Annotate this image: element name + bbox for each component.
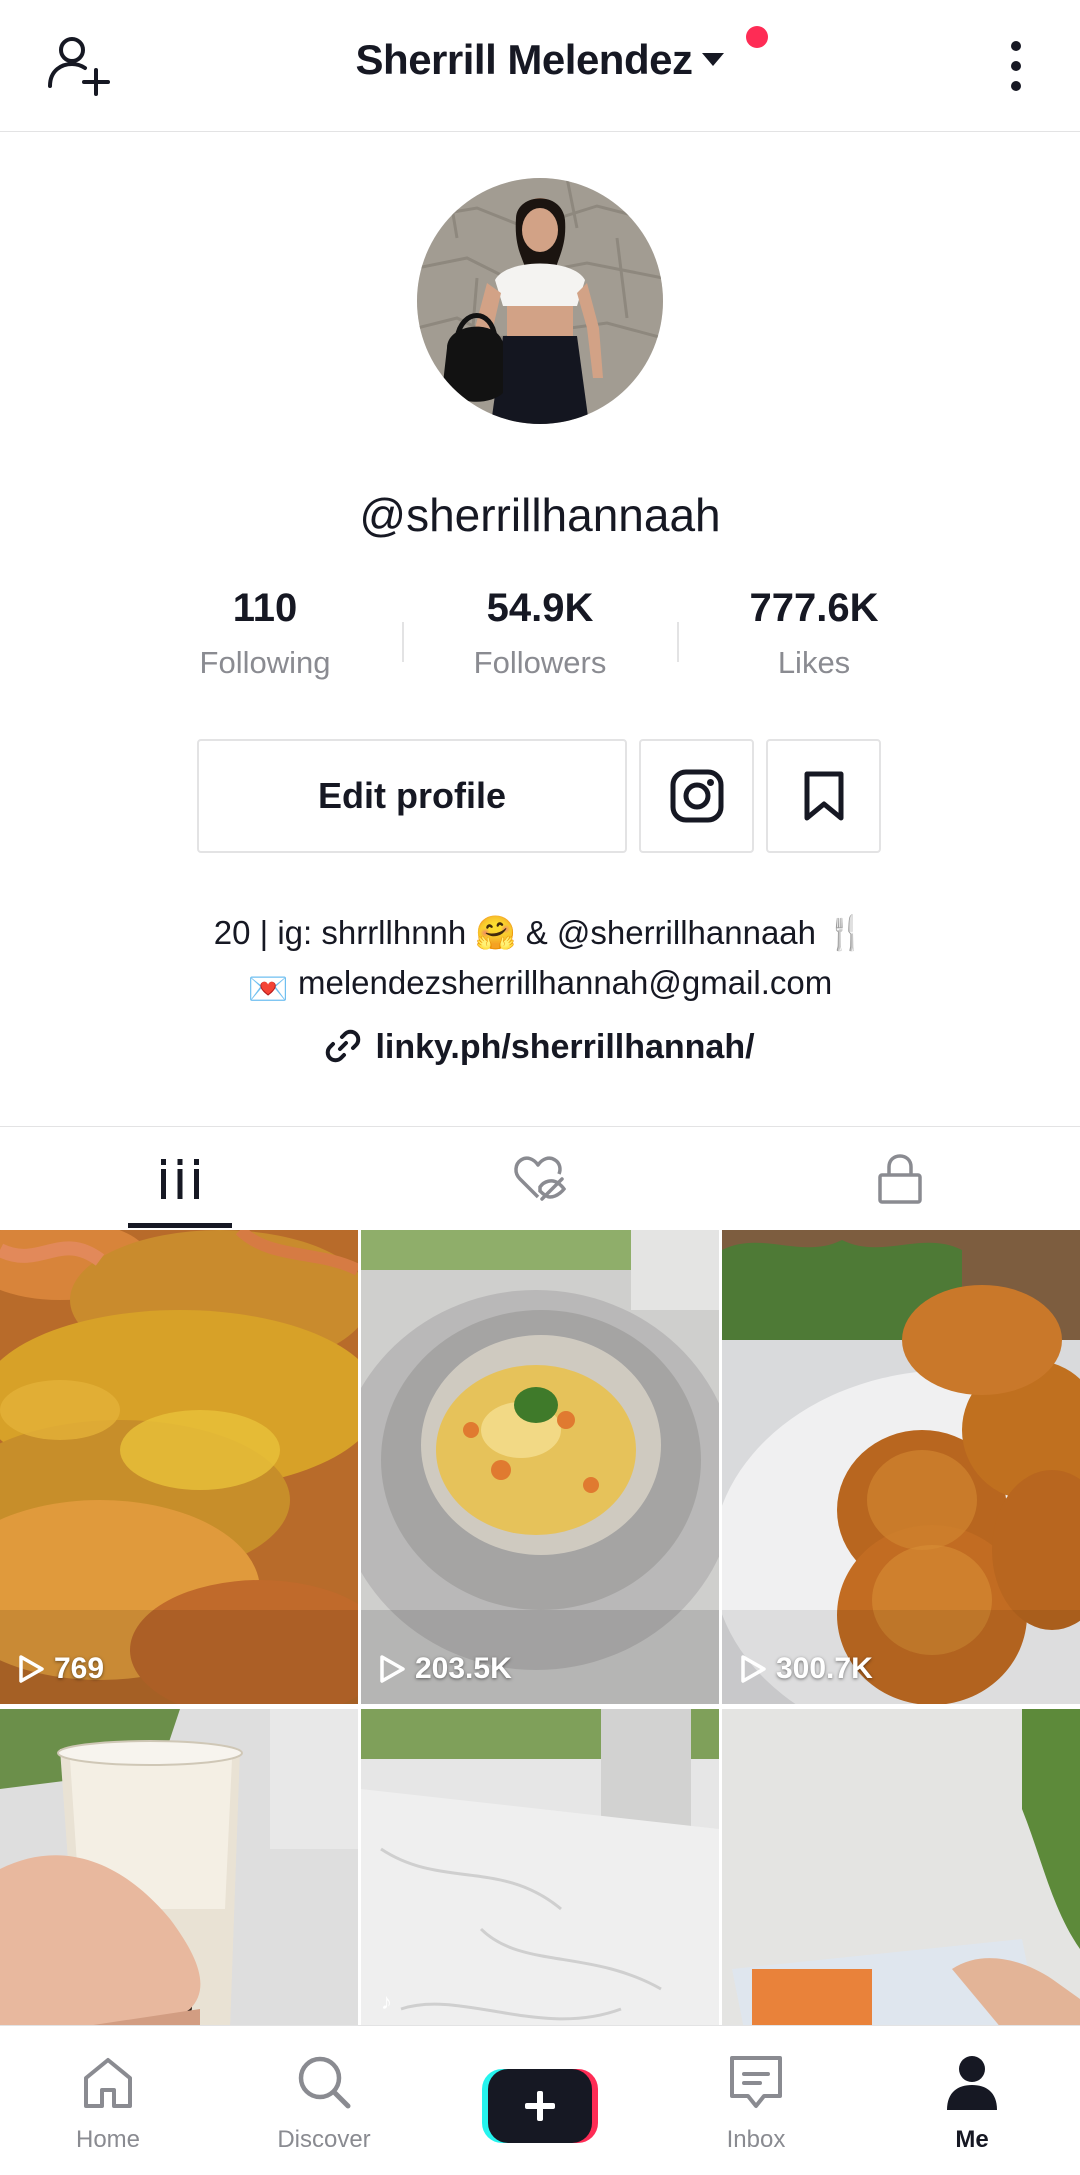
video-thumbnail[interactable]: ♪	[361, 1709, 719, 2025]
stat-divider	[402, 622, 404, 662]
video-thumbnail[interactable]: 203.5K	[361, 1230, 719, 1704]
play-icon	[19, 1655, 44, 1683]
nav-me[interactable]: Me	[864, 2026, 1080, 2175]
account-switcher[interactable]: Sherrill Melendez	[0, 36, 1080, 84]
top-bar: Sherrill Melendez	[0, 0, 1080, 132]
inbox-icon	[730, 2056, 782, 2108]
bio-line-1: 20 | ig: shrrllhnnh 🤗 & @sherrillhannaah…	[213, 914, 867, 951]
video-thumbnail[interactable]: 769	[0, 1230, 358, 1704]
avatar[interactable]	[417, 178, 663, 424]
lock-icon	[878, 1154, 922, 1204]
profile-title: Sherrill Melendez	[355, 36, 693, 83]
nav-discover-label: Discover	[277, 2126, 371, 2153]
profile-tabs	[0, 1126, 1080, 1230]
followers-label: Followers	[473, 645, 607, 680]
more-options-icon[interactable]	[1000, 38, 1032, 94]
followers-count: 54.9K	[486, 586, 594, 630]
create-icon[interactable]	[482, 2069, 598, 2143]
link-icon	[326, 1029, 361, 1063]
active-tab-indicator	[128, 1223, 232, 1228]
following-label: Following	[199, 645, 331, 680]
nav-home-label: Home	[75, 2126, 141, 2153]
instagram-button[interactable]	[639, 739, 754, 853]
play-icon	[741, 1655, 766, 1683]
instagram-icon	[670, 769, 723, 823]
nav-me-label: Me	[955, 2126, 989, 2153]
stat-likes[interactable]: 777.6K Likes	[684, 586, 944, 681]
video-thumbnail[interactable]	[0, 1709, 358, 2025]
tab-private[interactable]	[720, 1127, 1080, 1231]
bio-line-2: 💌 melendezsherrillhannah@gmail.com	[0, 964, 1080, 1009]
profile-icon	[947, 2056, 997, 2110]
favorites-button[interactable]	[766, 739, 881, 853]
love-letter-icon: 💌	[247, 970, 289, 1007]
chevron-down-icon	[702, 53, 725, 66]
bookmark-icon	[804, 771, 843, 821]
bio-link-text: linky.ph/sherrillhannah/	[375, 1028, 755, 1066]
home-icon	[84, 2058, 132, 2108]
play-icon	[380, 1655, 405, 1683]
bio-email: melendezsherrillhannah@gmail.com	[298, 964, 833, 1001]
nav-inbox-label: Inbox	[726, 2126, 786, 2153]
svg-text:♪: ♪	[381, 1989, 392, 2014]
stat-following[interactable]: 110 Following	[135, 586, 395, 681]
liked-hidden-icon	[514, 1156, 567, 1201]
nav-home[interactable]: Home	[0, 2026, 216, 2175]
view-count: 769	[16, 1652, 104, 1686]
stats-row: 110 Following 54.9K Followers 777.6K Lik…	[0, 586, 1080, 696]
tab-liked[interactable]	[360, 1127, 720, 1231]
likes-count: 777.6K	[749, 586, 879, 630]
nav-inbox[interactable]: Inbox	[648, 2026, 864, 2175]
video-grid: 769 203.5K 300.7K ♪	[0, 1230, 1080, 2025]
video-thumbnail[interactable]: 300.7K	[722, 1230, 1080, 1704]
following-count: 110	[232, 586, 298, 630]
bio-link[interactable]: linky.ph/sherrillhannah/	[0, 1028, 1080, 1067]
nav-discover[interactable]: Discover	[216, 2026, 432, 2175]
stat-divider	[677, 622, 679, 662]
bottom-nav: Home Discover Inbox Me	[0, 2025, 1080, 2175]
stat-followers[interactable]: 54.9K Followers	[410, 586, 670, 681]
tab-videos[interactable]	[0, 1127, 360, 1231]
view-count: 300.7K	[738, 1652, 873, 1686]
likes-label: Likes	[777, 645, 851, 680]
edit-profile-button[interactable]: Edit profile	[197, 739, 627, 853]
grid-icon	[161, 1159, 199, 1199]
username: @sherrillhannaah	[359, 489, 721, 541]
search-icon	[298, 2056, 351, 2109]
view-count: 203.5K	[377, 1652, 512, 1686]
notification-dot	[746, 26, 768, 48]
video-thumbnail[interactable]	[722, 1709, 1080, 2025]
